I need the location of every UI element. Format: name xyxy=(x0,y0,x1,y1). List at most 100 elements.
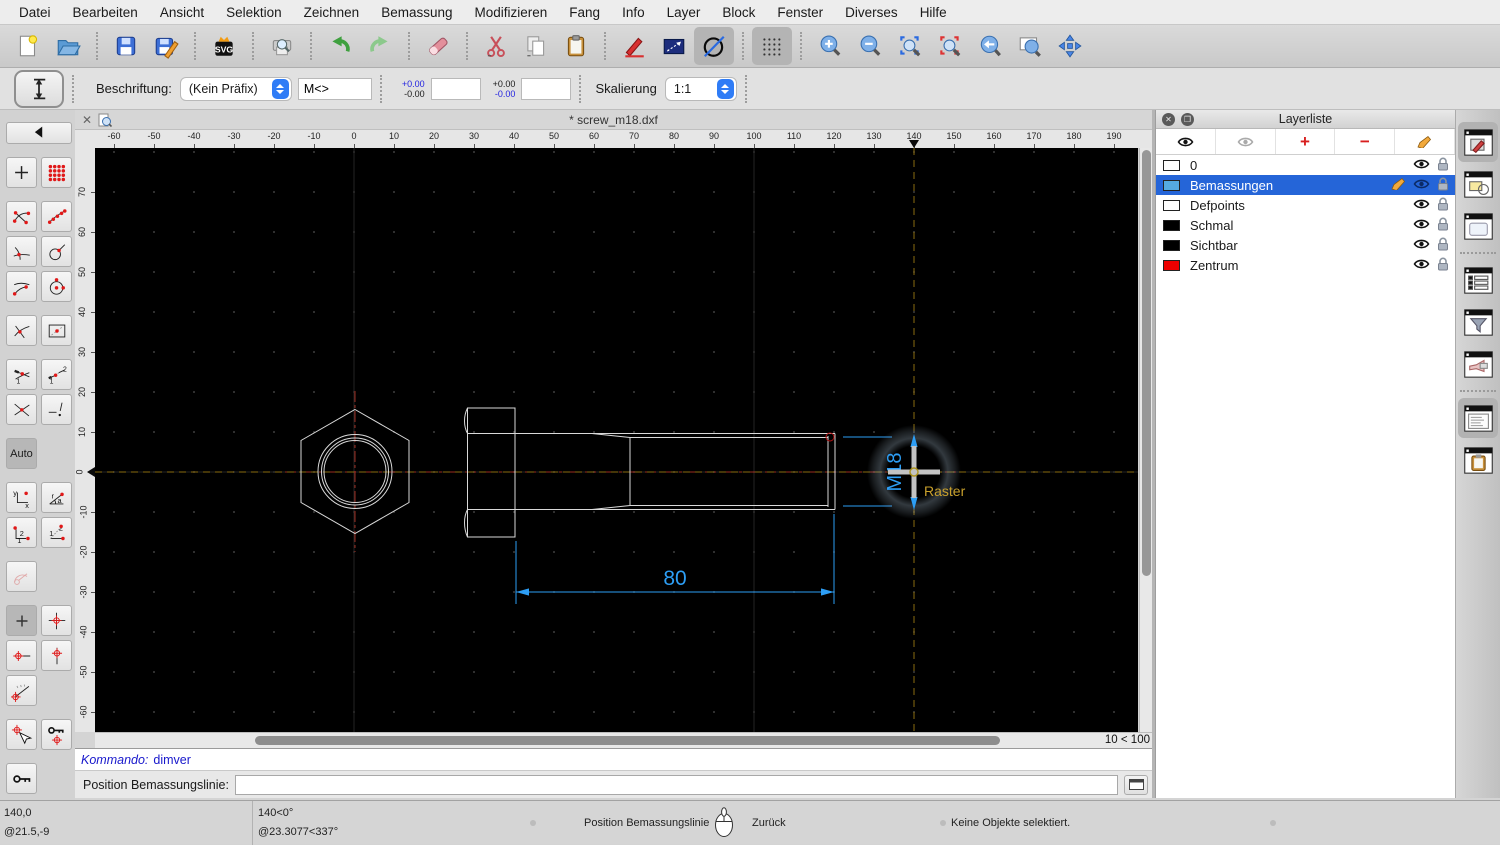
save-button[interactable] xyxy=(106,27,146,65)
command-input[interactable] xyxy=(234,774,1118,795)
praefix-dropdown[interactable]: (Kein Präfix) xyxy=(179,76,292,101)
snap-auto-intersection-button[interactable] xyxy=(6,236,37,267)
lock-zero-button[interactable] xyxy=(6,763,37,794)
menu-selektion[interactable]: Selektion xyxy=(215,5,293,20)
panel-block-list-button[interactable] xyxy=(1458,164,1498,204)
snap-middle-button[interactable] xyxy=(6,315,37,346)
delete-button[interactable] xyxy=(418,27,458,65)
snap-grid-button[interactable] xyxy=(41,157,72,188)
layer-visibility-icon[interactable] xyxy=(1413,238,1430,253)
restrict-disabled-button[interactable] xyxy=(6,561,37,592)
restrict-angle-button[interactable] xyxy=(6,675,37,706)
menu-info[interactable]: Info xyxy=(611,5,656,20)
snap-reference-button[interactable] xyxy=(41,315,72,346)
skalierung-dropdown[interactable]: 1:1 xyxy=(664,76,737,101)
auto-zoom-button[interactable] xyxy=(890,27,930,65)
redo-button[interactable] xyxy=(360,27,400,65)
zoom-in-button[interactable] xyxy=(810,27,850,65)
detach-command-line-button[interactable] xyxy=(1124,774,1148,795)
layer-row-bemassungen[interactable]: Bemassungen xyxy=(1156,175,1455,195)
snap-on-entity-button[interactable] xyxy=(41,236,72,267)
restrict-horizontal-button[interactable] xyxy=(6,640,37,671)
menu-hilfe[interactable]: Hilfe xyxy=(909,5,958,20)
snap-perpendicular-button[interactable] xyxy=(41,394,72,425)
svg-export-button[interactable]: SVG xyxy=(204,27,244,65)
menu-fang[interactable]: Fang xyxy=(558,5,611,20)
layer-lock-icon[interactable] xyxy=(1437,157,1449,174)
paste-button[interactable] xyxy=(556,27,596,65)
snap-intersection-button[interactable] xyxy=(6,394,37,425)
pan-button[interactable] xyxy=(1050,27,1090,65)
edit-layer-button[interactable] xyxy=(1395,129,1455,154)
restrict-orthogonal-button[interactable] xyxy=(41,605,72,636)
panel-command-line-button[interactable] xyxy=(1458,398,1498,438)
dimension-label-input[interactable] xyxy=(297,77,372,100)
zoom-window-button[interactable] xyxy=(1010,27,1050,65)
open-file-button[interactable] xyxy=(48,27,88,65)
coordinate-cartesian-button[interactable]: yx xyxy=(6,482,37,513)
print-preview-button[interactable] xyxy=(262,27,302,65)
add-layer-button[interactable]: + xyxy=(1276,129,1336,154)
layer-row-0[interactable]: 0 xyxy=(1156,155,1455,175)
vertical-scrollbar[interactable] xyxy=(1139,148,1152,732)
snap-points-on-entity-button[interactable] xyxy=(41,201,72,232)
new-file-button[interactable] xyxy=(8,27,48,65)
cut-button[interactable] xyxy=(476,27,516,65)
set-relative-zero-button[interactable] xyxy=(6,719,37,750)
zoom-out-button[interactable] xyxy=(850,27,890,65)
tolerance-upper-input[interactable] xyxy=(430,77,481,100)
zoom-selection-button[interactable] xyxy=(930,27,970,65)
menu-modifizieren[interactable]: Modifizieren xyxy=(464,5,559,20)
zoom-previous-button[interactable] xyxy=(970,27,1010,65)
panel-library-browser-button[interactable] xyxy=(1458,206,1498,246)
snap-tangent-button[interactable] xyxy=(6,271,37,302)
back-button[interactable] xyxy=(6,122,72,144)
menu-zeichnen[interactable]: Zeichnen xyxy=(293,5,371,20)
horizontal-scrollbar[interactable]: 10 < 100 xyxy=(95,732,1152,748)
layer-visibility-icon[interactable] xyxy=(1413,198,1430,213)
edit-button[interactable] xyxy=(614,27,654,65)
coordinate-relative-cartesian-button[interactable]: 21 xyxy=(6,517,37,548)
menu-bemassung[interactable]: Bemassung xyxy=(370,5,463,20)
snap-intersection-manual-button[interactable]: 1 xyxy=(6,359,37,390)
snap-endpoints-button[interactable] xyxy=(6,201,37,232)
menu-ansicht[interactable]: Ansicht xyxy=(149,5,215,20)
panel-property-editor-button[interactable] xyxy=(1458,260,1498,300)
snap-center-button[interactable] xyxy=(41,271,72,302)
layer-visibility-icon[interactable] xyxy=(1413,158,1430,173)
layer-visibility-icon[interactable] xyxy=(1413,258,1430,273)
layer-visibility-icon[interactable] xyxy=(1413,218,1430,233)
edit-layer-icon[interactable] xyxy=(1391,177,1406,193)
layer-lock-icon[interactable] xyxy=(1437,177,1449,194)
layer-lock-icon[interactable] xyxy=(1437,217,1449,234)
show-all-layers-button[interactable] xyxy=(1156,129,1216,154)
snap-coordinate-button[interactable] xyxy=(6,157,37,188)
menu-layer[interactable]: Layer xyxy=(656,5,712,20)
drawing-canvas[interactable]: 80 M18 Raster xyxy=(95,148,1138,732)
grid-button[interactable] xyxy=(752,27,792,65)
vertical-scrollbar-thumb[interactable] xyxy=(1142,150,1151,576)
panel-selection-filter-button[interactable] xyxy=(1458,302,1498,342)
layer-row-sichtbar[interactable]: Sichtbar xyxy=(1156,235,1455,255)
layer-visibility-icon[interactable] xyxy=(1413,178,1430,193)
dimension-vertical-tool-button[interactable] xyxy=(14,69,64,108)
horizontal-scrollbar-thumb[interactable] xyxy=(255,736,1000,745)
coordinate-relative-polar-button[interactable]: 12 xyxy=(41,517,72,548)
layer-lock-icon[interactable] xyxy=(1437,197,1449,214)
hide-all-layers-button[interactable] xyxy=(1216,129,1276,154)
copy-button[interactable] xyxy=(516,27,556,65)
remove-layer-button[interactable]: − xyxy=(1335,129,1396,154)
snap-intersection-manual-2-button[interactable]: 12 xyxy=(41,359,72,390)
save-as-button[interactable] xyxy=(146,27,186,65)
menu-datei[interactable]: Datei xyxy=(8,5,62,20)
panel-view-list-button[interactable] xyxy=(1458,344,1498,384)
layer-lock-icon[interactable] xyxy=(1437,237,1449,254)
snap-auto-button[interactable]: Auto xyxy=(6,438,37,469)
measure-button[interactable] xyxy=(654,27,694,65)
tolerance-lower-input[interactable] xyxy=(521,77,572,100)
layer-row-schmal[interactable]: Schmal xyxy=(1156,215,1455,235)
undo-button[interactable] xyxy=(320,27,360,65)
menu-diverses[interactable]: Diverses xyxy=(834,5,909,20)
lock-relative-zero-button[interactable] xyxy=(41,719,72,750)
restrict-none-button[interactable] xyxy=(6,605,37,636)
